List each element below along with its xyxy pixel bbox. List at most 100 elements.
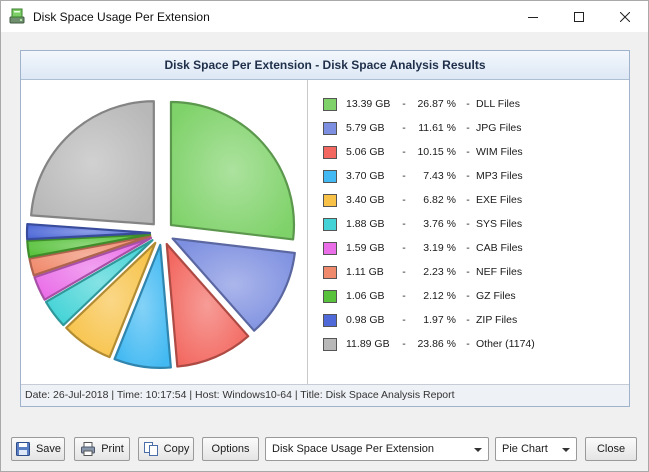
legend-percent: 11.61 % (418, 122, 456, 134)
print-button-label: Print (101, 443, 124, 455)
pie-slice-dll-files (169, 100, 296, 241)
legend-size: 3.70 GB (346, 170, 385, 182)
legend-swatch (323, 289, 337, 303)
button-bar: Save Print Copy Options Disk Space Usage… (1, 437, 648, 463)
save-button[interactable]: Save (11, 437, 65, 461)
legend-swatch (323, 265, 337, 279)
legend-item: 13.39 GB -26.87 % - DLL Files (323, 96, 623, 112)
legend-label: CAB Files (476, 242, 523, 254)
legend-percent: 2.23 % (423, 266, 456, 278)
legend-size: 1.06 GB (346, 290, 385, 302)
legend-label: MP3 Files (476, 170, 523, 182)
legend-separator: - (402, 170, 406, 182)
printer-icon (81, 442, 96, 456)
window-title: Disk Space Usage Per Extension (33, 10, 210, 24)
legend-label: EXE Files (476, 194, 523, 206)
legend-separator: - (466, 194, 470, 206)
floppy-disk-icon (15, 442, 30, 456)
title-bar: Disk Space Usage Per Extension (1, 1, 648, 32)
print-button[interactable]: Print (74, 437, 130, 461)
close-button[interactable]: Close (585, 437, 637, 461)
legend-size: 11.89 GB (346, 338, 390, 350)
minimize-button[interactable] (510, 1, 556, 32)
legend-percent: 6.82 % (423, 194, 456, 206)
legend-size: 1.59 GB (346, 242, 385, 254)
chart-type-select[interactable]: Pie Chart (495, 437, 577, 461)
legend-size: 5.79 GB (346, 122, 385, 134)
close-window-button[interactable] (602, 1, 648, 32)
legend-percent: 23.86 % (417, 338, 456, 350)
copy-button[interactable]: Copy (138, 437, 194, 461)
maximize-icon (574, 11, 584, 22)
legend-separator: - (466, 122, 470, 134)
legend-separator: - (402, 218, 406, 230)
legend-swatch (323, 145, 337, 159)
legend-swatch (323, 241, 337, 255)
legend-size: 1.88 GB (346, 218, 385, 230)
legend-separator: - (466, 98, 470, 110)
legend-label: SYS Files (476, 218, 523, 230)
legend-percent: 26.87 % (417, 98, 456, 110)
legend-separator: - (466, 218, 470, 230)
report-type-select[interactable]: Disk Space Usage Per Extension (265, 437, 489, 461)
legend-label: GZ Files (476, 290, 516, 302)
maximize-button[interactable] (556, 1, 602, 32)
legend-item: 1.06 GB -2.12 % - GZ Files (323, 288, 623, 304)
legend-item: 3.40 GB -6.82 % - EXE Files (323, 192, 623, 208)
legend-item: 1.59 GB -3.19 % - CAB Files (323, 240, 623, 256)
legend-percent: 7.43 % (423, 170, 456, 182)
legend-size: 5.06 GB (346, 146, 385, 158)
legend-separator: - (466, 266, 470, 278)
legend-separator: - (402, 122, 406, 134)
legend-separator: - (466, 290, 470, 302)
legend-percent: 2.12 % (423, 290, 456, 302)
legend-item: 1.88 GB -3.76 % - SYS Files (323, 216, 623, 232)
legend-label: WIM Files (476, 146, 523, 158)
legend-separator: - (402, 314, 406, 326)
legend-label: Other (1174) (476, 338, 535, 350)
legend-separator: - (466, 242, 470, 254)
legend-item: 5.79 GB -11.61 % - JPG Files (323, 120, 623, 136)
legend-size: 3.40 GB (346, 194, 385, 206)
legend-item: 11.89 GB -23.86 % - Other (1174) (323, 336, 623, 352)
report-footer: Date: 26-Jul-2018 | Time: 10:17:54 | Hos… (21, 384, 629, 406)
legend-separator: - (402, 194, 406, 206)
app-window: Disk Space Usage Per Extension Disk Spac… (0, 0, 649, 472)
chevron-down-icon (562, 448, 570, 452)
chevron-down-icon (474, 448, 482, 452)
legend-size: 1.11 GB (346, 266, 384, 278)
copy-icon (143, 442, 158, 456)
legend-swatch (323, 193, 337, 207)
report-title: Disk Space Per Extension - Disk Space An… (21, 51, 629, 80)
legend-swatch (323, 337, 337, 351)
legend-label: DLL Files (476, 98, 520, 110)
legend-percent: 10.15 % (417, 146, 456, 158)
legend-separator: - (402, 98, 406, 110)
legend-swatch (323, 97, 337, 111)
chart-type-value: Pie Chart (502, 443, 548, 455)
legend-separator: - (402, 146, 406, 158)
legend-separator: - (466, 170, 470, 182)
legend-separator: - (402, 242, 406, 254)
close-button-label: Close (596, 443, 626, 455)
legend-item: 1.11 GB -2.23 % - NEF Files (323, 264, 623, 280)
legend-separator: - (466, 338, 470, 350)
legend-label: ZIP Files (476, 314, 518, 326)
legend-percent: 3.19 % (423, 242, 456, 254)
chart-legend-divider (307, 80, 308, 385)
legend-item: 3.70 GB -7.43 % - MP3 Files (323, 168, 623, 184)
pie-slice-other-1174 (30, 100, 155, 226)
legend-size: 13.39 GB (346, 98, 391, 110)
save-button-label: Save (35, 443, 62, 455)
legend-item: 0.98 GB -1.97 % - ZIP Files (323, 312, 623, 328)
options-button[interactable]: Options (202, 437, 259, 461)
legend-swatch (323, 217, 337, 231)
disk-app-icon (9, 8, 25, 24)
legend-percent: 1.97 % (423, 314, 456, 326)
report-panel: Disk Space Per Extension - Disk Space An… (20, 50, 630, 407)
legend-swatch (323, 313, 337, 327)
pie-chart (25, 100, 296, 369)
close-icon (620, 11, 630, 22)
minimize-icon (528, 16, 538, 18)
legend-item: 5.06 GB -10.15 % - WIM Files (323, 144, 623, 160)
